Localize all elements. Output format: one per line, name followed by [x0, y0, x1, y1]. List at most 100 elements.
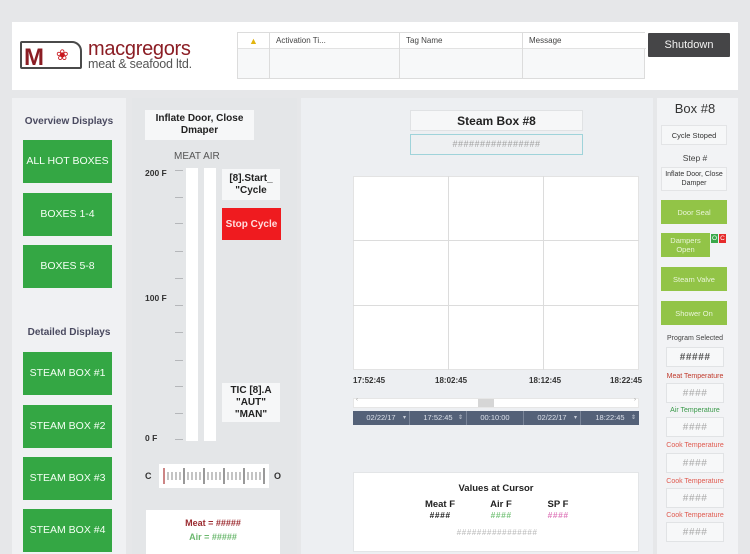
alarm-column-tag-name[interactable]: Tag Name: [399, 33, 523, 78]
warning-icon: ▲: [249, 36, 258, 46]
nav-steam-box-2[interactable]: STEAM BOX #2: [23, 405, 112, 448]
logo-badge: M ❀: [20, 41, 82, 70]
duration-field[interactable]: 00:10:00: [467, 411, 524, 425]
alarm-table[interactable]: ▲ Activation Ti... Tag Name Message: [237, 32, 646, 79]
cook-temperature-label: Cook Temperature: [666, 512, 724, 519]
maple-leaf-icon: ❀: [56, 47, 69, 64]
stop-cycle-button[interactable]: Stop Cycle: [222, 208, 281, 240]
end-time-spinner[interactable]: 18:22:45 ⇕: [581, 411, 639, 425]
step-number-label: Step #: [682, 153, 708, 163]
cursor-sp-label: SP F: [547, 499, 569, 510]
end-date-picker[interactable]: 02/22/17 ▾: [524, 411, 581, 425]
cook-temperature-value: ####: [666, 522, 724, 542]
start-cycle-button[interactable]: [8].Start_ "Cycle: [222, 169, 280, 200]
end-date-value: 02/22/17: [537, 413, 567, 422]
valve-position-scale[interactable]: [159, 464, 269, 488]
cycle-status: Cycle Stoped: [661, 125, 727, 145]
axis-tick: [175, 278, 183, 279]
header-bar: M ❀ macgregors meat & seafood ltd. ▲ Act…: [12, 22, 738, 90]
axis-tick: [175, 305, 183, 306]
dampers-open-indicator[interactable]: Dampers Open: [661, 233, 710, 257]
nav-boxes-1-4[interactable]: BOXES 1-4: [23, 193, 112, 236]
cook-temperature-value: ####: [666, 453, 724, 473]
door-seal-indicator[interactable]: Door Seal: [661, 200, 727, 224]
steam-box-status-field: ################: [410, 134, 583, 155]
axis-label-0f: 0 F: [145, 433, 158, 443]
cursor-sp: SP F ####: [528, 499, 588, 520]
damper-close-button[interactable]: C: [719, 234, 726, 243]
valve-open-label: O: [274, 471, 282, 481]
axis-label-100f: 100 F: [145, 293, 167, 303]
step-value: Inflate Door, Close Damper: [661, 167, 727, 191]
program-selected-label: Program Selected: [666, 335, 724, 342]
steam-valve-indicator[interactable]: Steam Valve: [661, 267, 727, 291]
scroll-left-icon[interactable]: ‹: [356, 397, 358, 403]
axis-tick: [175, 197, 183, 198]
scroll-thumb[interactable]: [478, 399, 494, 407]
column-header-tag-name[interactable]: Tag Name: [400, 33, 523, 49]
shower-on-indicator[interactable]: Shower On: [661, 301, 727, 325]
detailed-displays-title: Detailed Displays: [27, 327, 111, 338]
x-axis-label: 18:02:45: [435, 376, 468, 385]
overview-displays-title: Overview Displays: [24, 116, 114, 127]
bar-labels: MEAT AIR: [174, 151, 220, 162]
meat-readout: Meat = #####: [185, 518, 241, 528]
values-at-cursor-title: Values at Cursor: [458, 483, 534, 494]
cook-temperature-label: Cook Temperature: [666, 478, 724, 485]
axis-tick: [175, 223, 183, 224]
cursor-sp-value: ####: [547, 510, 569, 520]
axis-tick: [175, 332, 183, 333]
damper-open-button[interactable]: O: [711, 234, 718, 243]
air-temperature-label: Air Temperature: [670, 407, 720, 414]
cook-temperature-value: ####: [666, 488, 724, 508]
cursor-air-label: Air F: [490, 499, 512, 510]
air-readout: Air = #####: [189, 532, 237, 542]
nav-boxes-5-8[interactable]: BOXES 5-8: [23, 245, 112, 288]
tic-mode-toggle[interactable]: TIC [8].A "AUT" "MAN": [222, 383, 280, 422]
start-date-picker[interactable]: 02/22/17 ▾: [353, 411, 410, 425]
axis-tick: [175, 360, 183, 361]
meat-temperature-label: Meat Temperature: [666, 373, 724, 380]
chart-border: [353, 176, 639, 370]
valve-scale-ticks: [163, 468, 265, 484]
start-time-spinner[interactable]: 17:52:45 ⇕: [410, 411, 467, 425]
steam-box-title: Steam Box #8: [410, 110, 583, 131]
chart-time-scrollbar[interactable]: ‹ ›: [353, 397, 639, 408]
dropdown-icon: ▾: [573, 415, 577, 421]
logo-subtitle: meat & seafood ltd.: [88, 57, 192, 71]
dropdown-icon: ▾: [402, 415, 406, 421]
meat-air-readout: Meat = ##### Air = #####: [146, 510, 280, 554]
program-selected-value: #####: [666, 347, 724, 367]
nav-steam-box-4[interactable]: STEAM BOX #4: [23, 509, 112, 552]
nav-steam-box-3[interactable]: STEAM BOX #3: [23, 457, 112, 500]
start-date-value: 02/22/17: [366, 413, 396, 422]
valve-closed-label: C: [145, 471, 152, 481]
axis-label-200f: 200 F: [145, 168, 167, 178]
x-axis-label: 17:52:45: [353, 376, 386, 385]
x-axis-label: 18:12:45: [529, 376, 562, 385]
column-header-message[interactable]: Message: [523, 33, 646, 49]
nav-all-hot-boxes[interactable]: ALL HOT BOXES: [23, 140, 112, 183]
cook-temperature-label: Cook Temperature: [666, 442, 724, 449]
start-time-value: 17:52:45: [423, 413, 453, 422]
air-temperature-bar: [204, 168, 216, 441]
box-number-title: Box #8: [674, 101, 716, 116]
end-time-value: 18:22:45: [595, 413, 625, 422]
shutdown-button[interactable]: Shutdown: [648, 33, 730, 57]
air-temperature-value: ####: [666, 417, 724, 437]
current-step-display: Inflate Door, Close Dmaper: [145, 110, 254, 140]
logo-name: macgregors: [88, 38, 191, 60]
nav-steam-box-1[interactable]: STEAM BOX #1: [23, 352, 112, 395]
column-header-activation-time[interactable]: Activation Ti...: [270, 33, 400, 49]
cursor-meat: Meat F ####: [410, 499, 470, 520]
x-axis-label: 18:22:45: [610, 376, 643, 385]
axis-tick: [175, 170, 183, 171]
scroll-right-icon[interactable]: ›: [634, 397, 636, 403]
chart-grid: [353, 176, 639, 370]
temperature-trend-chart[interactable]: [353, 176, 639, 370]
box-status-panel: Box #8 Cycle Stoped Step # Inflate Door,…: [657, 98, 738, 554]
alarm-column-activation-time[interactable]: Activation Ti...: [269, 33, 400, 78]
values-at-cursor-panel: Values at Cursor Meat F #### Air F #### …: [353, 472, 639, 552]
alarm-column-message[interactable]: Message: [522, 33, 646, 78]
gauge-panel: Inflate Door, Close Dmaper MEAT AIR 200 …: [132, 98, 297, 554]
